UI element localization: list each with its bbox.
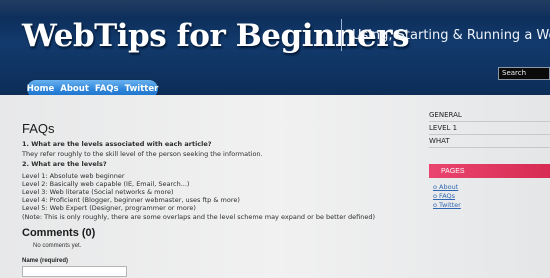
name-field[interactable] (22, 266, 127, 277)
site-title[interactable]: WebTips for Beginners (22, 18, 410, 54)
question-2: 2. What are the levels? (22, 160, 107, 168)
no-comments-text: No comments yet. (33, 243, 82, 249)
name-label: Name (required) (22, 258, 69, 264)
level-5: Level 5: Web Expert (Designer, programme… (22, 204, 196, 212)
level-4: Level 4: Proficient (Blogger, beginner w… (22, 196, 240, 204)
category-what[interactable]: WHAT (429, 135, 550, 148)
nav-twitter[interactable]: Twitter (125, 84, 159, 94)
pages-list: About FAQs Twitter (433, 183, 461, 210)
nav-faqs[interactable]: FAQs (95, 84, 119, 94)
page-link-faqs[interactable]: FAQs (433, 192, 461, 201)
level-1: Level 1: Absolute web beginner (22, 172, 125, 180)
category-level-1[interactable]: LEVEL 1 (429, 122, 550, 135)
category-list: GENERAL LEVEL 1 WHAT (429, 109, 550, 148)
search-input[interactable]: Search (498, 67, 550, 80)
page-title: FAQs (22, 121, 55, 136)
page-link-about[interactable]: About (433, 183, 461, 192)
header-divider (341, 19, 342, 51)
answer-1: They refer roughly to the skill level of… (22, 150, 263, 158)
category-general[interactable]: GENERAL (429, 109, 550, 122)
level-3: Level 3: Web literate (Social networks &… (22, 188, 174, 196)
nav-home[interactable]: Home (27, 84, 55, 94)
question-1: 1. What are the levels associated with e… (22, 140, 212, 148)
pages-heading: PAGES (429, 164, 550, 178)
nav-about[interactable]: About (60, 84, 89, 94)
note-text: (Note: This is only roughly, there are s… (22, 213, 375, 221)
site-tagline: Using, Starting & Running a Website (352, 28, 550, 43)
page-link-twitter[interactable]: Twitter (433, 201, 461, 210)
article-content: 1. What are the levels associated with e… (22, 140, 422, 221)
level-2: Level 2: Basically web capable (IE, Emai… (22, 180, 190, 188)
comments-heading: Comments (0) (22, 227, 96, 239)
